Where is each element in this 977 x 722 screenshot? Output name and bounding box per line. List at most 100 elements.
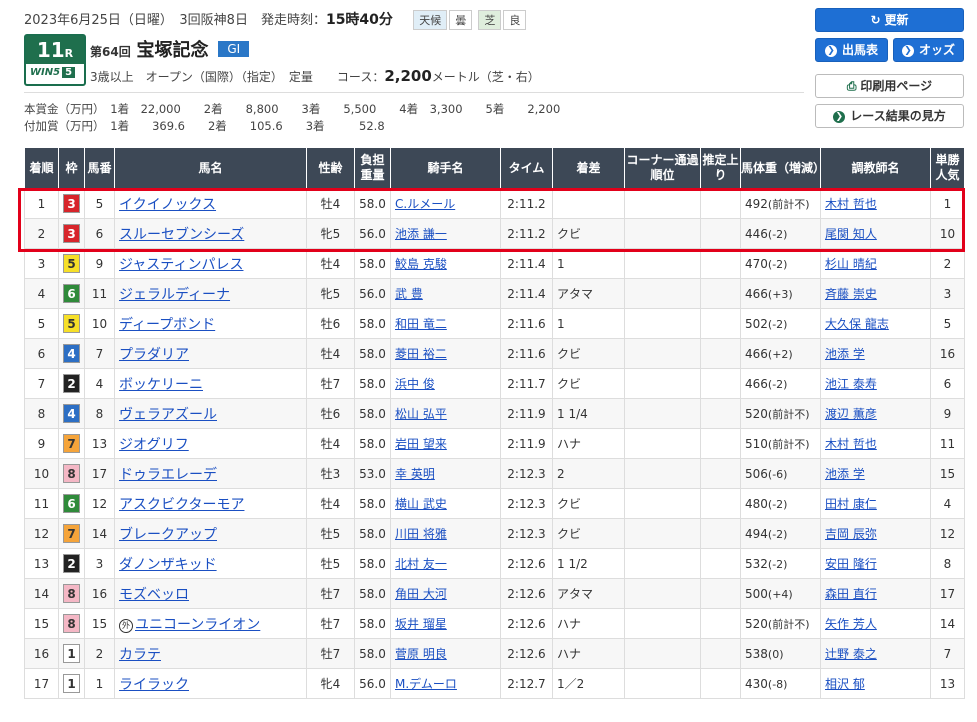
race-kai: 第64回: [90, 45, 131, 59]
jockey-link[interactable]: 鮫島 克駿: [395, 257, 447, 271]
trainer-link[interactable]: 相沢 郁: [825, 677, 865, 691]
jockey-link[interactable]: 松山 弘平: [395, 407, 447, 421]
jockey-link[interactable]: 北村 友一: [395, 557, 447, 571]
trainer-link[interactable]: 辻野 泰之: [825, 647, 877, 661]
corner-order: [624, 278, 701, 309]
body-weight: 500: [745, 586, 768, 601]
horse-number: 4: [84, 368, 115, 399]
margin: 1 1/4: [552, 398, 625, 429]
table-row: 2 3 6 スルーセブンシーズ 牝5 56.0 池添 謙一 2:11.2 クビ 446(-2) 尾関…: [24, 218, 965, 249]
finish-time: 2:12.3: [500, 488, 553, 519]
horse-name-link[interactable]: ジェラルディーナ: [119, 287, 230, 303]
table-row: 11 6 12 アスクビクターモア 牡4 58.0 横山 武史 2:12.3 クビ 480(-2)…: [24, 488, 965, 519]
horse-name-link[interactable]: ディープボンド: [119, 317, 215, 333]
jockey-link[interactable]: 横山 武史: [395, 497, 447, 511]
waku-badge: 3: [63, 224, 80, 243]
refresh-icon: ↻: [870, 13, 881, 27]
trainer-link[interactable]: 尾関 知人: [825, 227, 877, 241]
body-weight: 520: [745, 406, 768, 421]
horse-name-link[interactable]: イクイノックス: [119, 197, 216, 213]
results-guide-button[interactable]: ❯ レース結果の見方: [815, 104, 964, 128]
horse-name-link[interactable]: ユニコーンライオン: [135, 617, 260, 633]
finish-position: 8: [24, 398, 59, 429]
body-weight: 466: [745, 376, 768, 391]
race-distance: 2,200: [384, 67, 432, 85]
jockey-link[interactable]: 菱田 裕二: [395, 347, 447, 361]
horse-number: 6: [84, 218, 115, 249]
horse-name-link[interactable]: ボッケリーニ: [119, 377, 203, 393]
jockey-link[interactable]: 川田 将雅: [395, 527, 447, 541]
body-weight: 502: [745, 316, 768, 331]
jockey-link[interactable]: 浜中 俊: [395, 377, 435, 391]
horse-name-link[interactable]: ドゥラエレーデ: [119, 467, 217, 483]
finish-position: 15: [24, 608, 59, 639]
estimated-agari: [700, 668, 741, 699]
horse-name-link[interactable]: モズベッロ: [119, 587, 189, 603]
col-header-weight: 負担重量: [354, 147, 391, 189]
waku-badge: 6: [63, 284, 80, 303]
corner-order: [624, 608, 701, 639]
jockey-link[interactable]: 菅原 明良: [395, 647, 447, 661]
entries-button[interactable]: ❯ 出馬表: [815, 38, 888, 62]
horse-name-link[interactable]: ヴェラアズール: [119, 407, 217, 423]
col-header-number: 馬番: [84, 147, 115, 189]
estimated-agari: [700, 458, 741, 489]
race-conditions: 3歳以上 オープン（国際）（指定） 定量 コース：2,200メートル（芝・右）: [90, 67, 540, 85]
print-page-button[interactable]: ⎙ 印刷用ページ: [815, 74, 964, 98]
trainer-link[interactable]: 安田 隆行: [825, 557, 877, 571]
jockey-link[interactable]: 角田 大河: [395, 587, 447, 601]
jockey-link[interactable]: 坂井 瑠星: [395, 617, 447, 631]
odds-button[interactable]: ❯ オッズ: [893, 38, 964, 62]
trainer-link[interactable]: 池添 学: [825, 347, 865, 361]
jockey-link[interactable]: 池添 謙一: [395, 227, 447, 241]
finish-time: 2:11.9: [500, 428, 553, 459]
weather-label: 天候: [413, 10, 448, 30]
finish-time: 2:12.6: [500, 548, 553, 579]
jockey-link[interactable]: M.デムーロ: [395, 677, 457, 691]
trainer-link[interactable]: 木村 哲也: [825, 437, 877, 451]
trainer-link[interactable]: 森田 直行: [825, 587, 877, 601]
trainer-link[interactable]: 斉藤 崇史: [825, 287, 877, 301]
race-name: 宝塚記念: [136, 40, 209, 61]
sex-age: 牡3: [306, 458, 355, 489]
trainer-link[interactable]: 木村 哲也: [825, 197, 877, 211]
sex-age: 牡4: [306, 188, 355, 219]
horse-number: 5: [84, 188, 115, 219]
race-date-line: 2023年6月25日（日曜） 3回阪神8日 発走時刻：15時40分 天候曇 芝良: [24, 9, 527, 30]
date-info: 2023年6月25日（日曜） 3回阪神8日 発走時刻：: [24, 13, 326, 28]
horse-name-link[interactable]: ブレークアップ: [119, 527, 217, 543]
horse-name-link[interactable]: カラテ: [119, 647, 161, 663]
body-weight: 446: [745, 226, 768, 241]
margin: 1 1/2: [552, 548, 625, 579]
jockey-link[interactable]: 幸 英明: [395, 467, 435, 481]
horse-name-link[interactable]: ジオグリフ: [119, 437, 189, 453]
estimated-agari: [700, 248, 741, 279]
trainer-link[interactable]: 池江 泰寿: [825, 377, 877, 391]
jockey-link[interactable]: 和田 竜二: [395, 317, 447, 331]
horse-name-link[interactable]: ダノンザキッド: [119, 557, 217, 573]
horse-number: 16: [84, 578, 115, 609]
horse-name-link[interactable]: アスクビクターモア: [119, 497, 244, 513]
finish-time: 2:11.6: [500, 338, 553, 369]
trainer-link[interactable]: 吉岡 辰弥: [825, 527, 877, 541]
corner-order: [624, 398, 701, 429]
jockey-link[interactable]: 武 豊: [395, 287, 423, 301]
popularity: 3: [930, 278, 965, 309]
body-weight: 466: [745, 346, 768, 361]
horse-name-link[interactable]: ジャスティンパレス: [119, 257, 243, 273]
jockey-link[interactable]: 岩田 望来: [395, 437, 447, 451]
estimated-agari: [700, 188, 741, 219]
refresh-button[interactable]: ↻ 更新: [815, 8, 964, 32]
estimated-agari: [700, 368, 741, 399]
arrow-circle-icon: ❯: [901, 45, 914, 57]
horse-name-link[interactable]: スルーセブンシーズ: [119, 227, 244, 243]
trainer-link[interactable]: 渡辺 薫彦: [825, 407, 877, 421]
horse-name-link[interactable]: ライラック: [119, 677, 189, 693]
trainer-link[interactable]: 矢作 芳人: [825, 617, 877, 631]
trainer-link[interactable]: 大久保 龍志: [825, 317, 889, 331]
trainer-link[interactable]: 杉山 晴紀: [825, 257, 877, 271]
jockey-link[interactable]: C.ルメール: [395, 197, 455, 211]
horse-name-link[interactable]: プラダリア: [119, 347, 189, 363]
trainer-link[interactable]: 田村 康仁: [825, 497, 877, 511]
trainer-link[interactable]: 池添 学: [825, 467, 865, 481]
